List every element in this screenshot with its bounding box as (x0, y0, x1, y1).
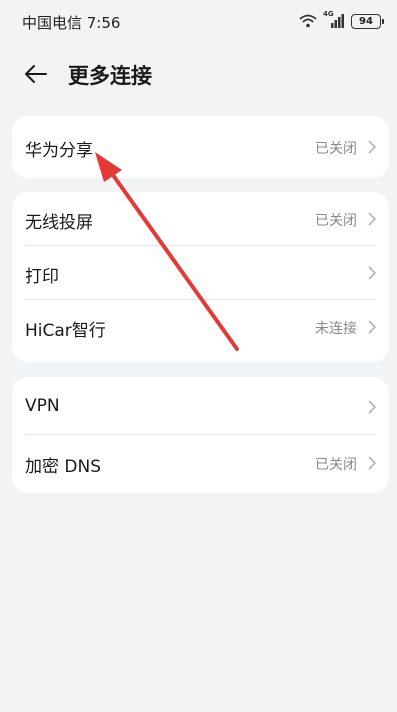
chevron-right-icon (368, 320, 377, 334)
card-connections: 无线投屏 已关闭 打印 HiCar智行 未连接 (12, 192, 389, 362)
row-label: 加密 DNS (25, 457, 102, 477)
settings-row-wireless-projection[interactable]: 无线投屏 已关闭 (12, 192, 389, 246)
row-value: 已关闭 (315, 141, 357, 157)
carrier-time: 中国电信 7:56 (22, 14, 121, 32)
chevron-right-icon (368, 212, 377, 226)
settings-row-vpn[interactable]: VPN (12, 377, 389, 435)
row-label: 打印 (25, 267, 59, 287)
header: 更多连接 (0, 52, 397, 96)
row-label: VPN (25, 396, 60, 416)
battery-icon: 94 (351, 13, 384, 29)
chevron-right-icon (368, 266, 377, 280)
row-value: 未连接 (315, 321, 357, 337)
wifi-icon (299, 14, 317, 28)
card-huawei-share: 华为分享 已关闭 (12, 116, 389, 178)
battery-level: 94 (359, 15, 373, 27)
cellular-signal-icon: 4G (323, 10, 345, 29)
back-button[interactable] (20, 58, 52, 90)
settings-row-encrypted-dns[interactable]: 加密 DNS 已关闭 (12, 435, 389, 493)
row-value: 已关闭 (315, 457, 357, 473)
status-bar: 中国电信 7:56 4G 94 (0, 0, 397, 40)
settings-row-hicar[interactable]: HiCar智行 未连接 (12, 300, 389, 354)
chevron-right-icon (368, 456, 377, 470)
card-network-security: VPN 加密 DNS 已关闭 (12, 377, 389, 493)
row-value: 已关闭 (315, 213, 357, 229)
settings-row-print[interactable]: 打印 (12, 246, 389, 300)
settings-row-huawei-share[interactable]: 华为分享 已关闭 (12, 116, 389, 178)
status-icons: 4G 94 (299, 10, 384, 30)
page-title: 更多连接 (68, 64, 152, 88)
chevron-right-icon (368, 400, 377, 414)
row-label: 华为分享 (25, 141, 93, 161)
row-label: HiCar智行 (25, 321, 106, 341)
row-label: 无线投屏 (25, 213, 93, 233)
arrow-left-icon (25, 65, 47, 83)
chevron-right-icon (368, 140, 377, 154)
